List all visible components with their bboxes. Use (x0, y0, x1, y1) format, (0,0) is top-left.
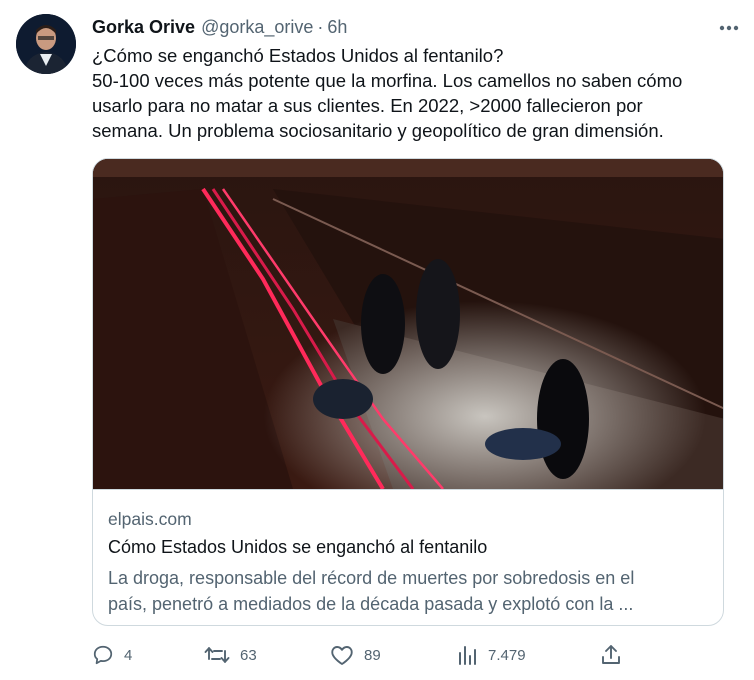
more-icon (719, 18, 739, 36)
reply-count: 4 (124, 646, 133, 664)
view-count: 7.479 (488, 646, 526, 664)
like-count: 89 (364, 646, 381, 664)
action-bar: 4 63 89 7.479 (92, 640, 732, 670)
card-image[interactable] (93, 159, 723, 491)
reply-icon (92, 644, 114, 666)
card-description-line: país, penetró a mediados de la década pa… (108, 594, 634, 614)
like-button[interactable]: 89 (330, 640, 381, 670)
avatar[interactable] (16, 14, 76, 74)
author-handle[interactable]: @gorka_orive (201, 17, 313, 38)
share-icon (600, 644, 622, 666)
card-description-line: La droga, responsable del récord de muer… (108, 568, 635, 588)
views-button[interactable]: 7.479 (456, 640, 526, 670)
author-name[interactable]: Gorka Orive (92, 17, 195, 38)
timestamp[interactable]: 6h (327, 17, 347, 38)
tweet-text-line: usarlo para no matar a sus clientes. En … (92, 95, 643, 116)
tweet-text-line: ¿Cómo se enganchó Estados Unidos al fent… (92, 45, 504, 66)
views-icon (456, 644, 478, 666)
tweet-text-line: semana. Un problema sociosanitario y geo… (92, 120, 664, 141)
separator-dot: · (317, 16, 324, 37)
tweet-text-line: 50-100 veces más potente que la morfina.… (92, 70, 683, 91)
like-icon (330, 644, 354, 666)
card-domain: elpais.com (108, 509, 192, 529)
more-button[interactable] (716, 14, 742, 40)
tweet-header: Gorka Orive @gorka_orive · 6h (92, 16, 734, 38)
share-button[interactable] (600, 640, 622, 670)
retweet-count: 63 (240, 646, 257, 664)
tweet-text: ¿Cómo se enganchó Estados Unidos al fent… (92, 43, 732, 143)
card-description: La droga, responsable del récord de muer… (108, 565, 710, 617)
card-body: elpais.com Cómo Estados Unidos se enganc… (93, 489, 723, 625)
tweet[interactable]: Gorka Orive @gorka_orive · 6h ¿Cómo se e… (0, 0, 754, 680)
reply-button[interactable]: 4 (92, 640, 132, 670)
card-title[interactable]: Cómo Estados Unidos se enganchó al fenta… (108, 533, 710, 561)
retweet-button[interactable]: 63 (204, 640, 257, 670)
retweet-icon (204, 644, 230, 666)
link-card[interactable]: elpais.com Cómo Estados Unidos se enganc… (92, 158, 724, 626)
